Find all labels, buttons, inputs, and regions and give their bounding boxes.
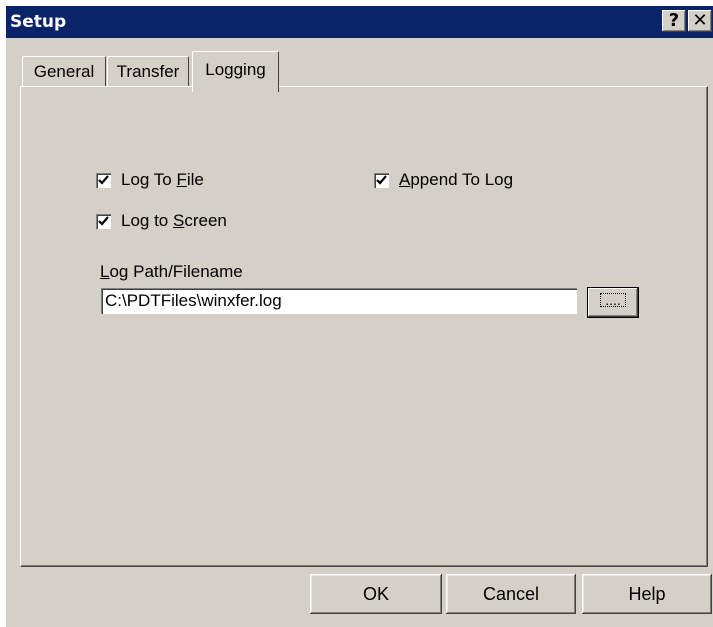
tab-transfer[interactable]: Transfer — [107, 56, 189, 87]
log-to-screen-checkbox[interactable]: Log to Screen — [96, 211, 227, 231]
setup-dialog: Setup ? ✕ General Transfer Logging Log T… — [6, 6, 713, 627]
browse-button[interactable]: .... — [587, 287, 639, 318]
append-to-log-label: Append To Log — [399, 170, 514, 189]
cancel-button[interactable]: Cancel — [446, 574, 576, 614]
tab-general[interactable]: General — [22, 56, 106, 87]
logging-panel: Log To File Append To Log Log to Screen … — [20, 86, 708, 567]
checkbox-box[interactable] — [96, 213, 111, 229]
tab-logging[interactable]: Logging — [192, 51, 279, 92]
log-to-screen-label: Log to Screen — [121, 211, 227, 230]
checkbox-box[interactable] — [374, 172, 389, 188]
checkbox-box[interactable] — [96, 172, 111, 188]
close-icon[interactable]: ✕ — [688, 10, 712, 32]
append-to-log-checkbox[interactable]: Append To Log — [374, 170, 513, 190]
help-icon[interactable]: ? — [662, 10, 686, 32]
log-to-file-checkbox[interactable]: Log To File — [96, 170, 204, 190]
log-path-input[interactable] — [105, 291, 573, 311]
log-path-field[interactable] — [101, 288, 577, 314]
checkmark-icon — [98, 174, 109, 185]
browse-label: .... — [600, 293, 626, 307]
help-button[interactable]: Help — [582, 574, 712, 614]
window-title: Setup — [10, 12, 67, 32]
title-bar[interactable]: Setup ? ✕ — [6, 6, 713, 38]
ok-button[interactable]: OK — [310, 574, 442, 614]
checkmark-icon — [376, 174, 387, 185]
log-to-file-label: Log To File — [121, 170, 204, 189]
checkmark-icon — [98, 215, 109, 226]
log-path-label: Log Path/Filename — [100, 262, 243, 281]
